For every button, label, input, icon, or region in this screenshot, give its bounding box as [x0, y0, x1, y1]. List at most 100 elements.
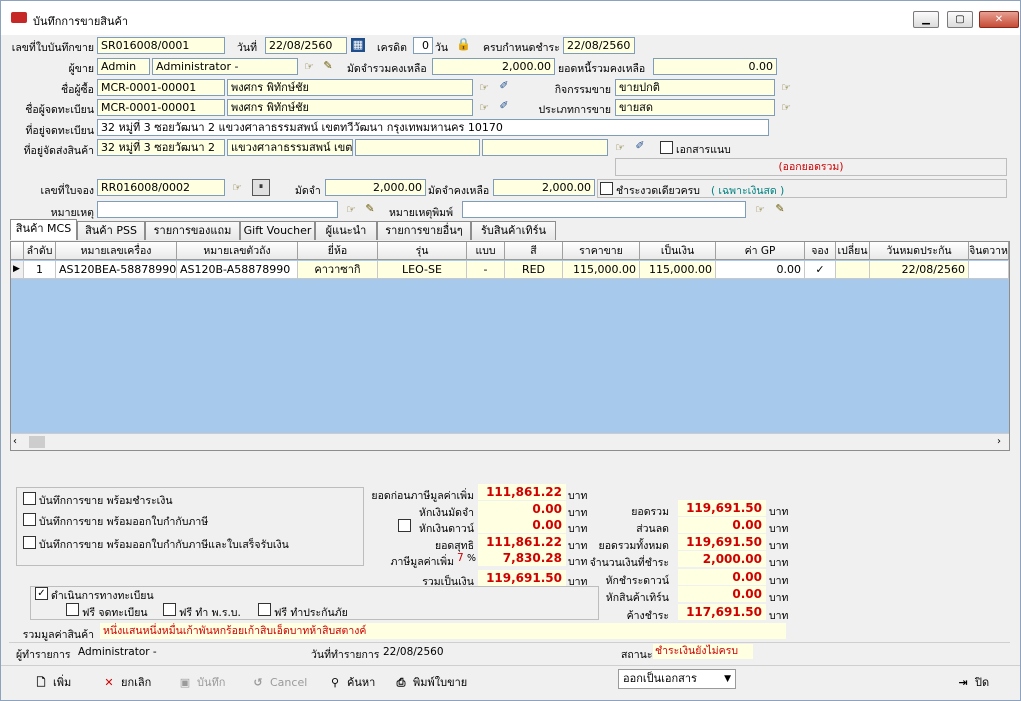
- col-header[interactable]: ราคาขาย: [563, 242, 640, 260]
- print-note-field[interactable]: [462, 201, 746, 218]
- credit-field[interactable]: 0: [413, 37, 433, 54]
- col-header[interactable]: หมายเลขเครื่อง: [56, 242, 177, 260]
- grid-cell[interactable]: 0.00: [716, 261, 805, 279]
- scroll-left-icon[interactable]: ‹: [13, 436, 17, 447]
- ship-addr1-field[interactable]: 32 หมู่ที่ 3 ซอยวัฒนา 2: [97, 139, 225, 156]
- scroll-thumb[interactable]: [29, 436, 45, 448]
- table-row[interactable]: ▶ 1 AS120BEA-58878990 AS120B-A58878990 ค…: [11, 261, 1009, 279]
- opt3-checkbox[interactable]: [23, 536, 36, 549]
- edit-doc-icon[interactable]: ✎: [773, 202, 787, 216]
- pencil-icon[interactable]: ✐: [497, 99, 511, 113]
- col-header[interactable]: วันหมดประกัน: [870, 242, 969, 260]
- grid-cell[interactable]: คาวาซากิ: [298, 261, 378, 279]
- col-header[interactable]: ยี่ห้อ: [298, 242, 378, 260]
- grid-cell[interactable]: 22/08/2560: [870, 261, 969, 279]
- edit-doc-icon[interactable]: ✎: [321, 59, 335, 73]
- registrant-name-field[interactable]: พงศกร พิทักษ์ชัย: [227, 99, 473, 116]
- activity-lookup-icon[interactable]: ☞: [779, 81, 793, 95]
- grid-cell[interactable]: AS120B-A58878990: [177, 261, 298, 279]
- grid-cell[interactable]: 115,000.00: [640, 261, 716, 279]
- tab-trade-in[interactable]: รับสินค้าเทิร์น: [471, 221, 556, 240]
- pencil-icon[interactable]: ✐: [497, 79, 511, 93]
- add-button[interactable]: 🗋 เพิ่ม: [33, 672, 72, 694]
- edit-doc-icon[interactable]: ✎: [363, 202, 377, 216]
- ship-addr4-field[interactable]: [482, 139, 608, 156]
- cancel-doc-button[interactable]: ✕ ยกเลิก: [101, 672, 151, 694]
- note-lookup-icon[interactable]: ☞: [344, 203, 358, 217]
- check-icon[interactable]: ✓: [805, 261, 836, 279]
- ship-addr2-field[interactable]: แขวงศาลาธรรมสพน์ เขตท: [227, 139, 353, 156]
- col-header[interactable]: ลำดับ: [24, 242, 56, 260]
- grid-cell[interactable]: RED: [505, 261, 563, 279]
- lock-icon[interactable]: 🔒: [456, 37, 471, 51]
- col-header[interactable]: สี: [505, 242, 563, 260]
- export-select[interactable]: ออกเป็นเอกสาร ▼: [618, 669, 736, 689]
- tab-other-sales[interactable]: รายการขายอื่นๆ: [377, 221, 471, 240]
- tab-pss[interactable]: สินค้า PSS: [77, 221, 145, 240]
- tab-mcs[interactable]: สินค้า MCS: [10, 219, 77, 240]
- save-button[interactable]: ▣ บันทึก: [177, 672, 226, 694]
- horizontal-scrollbar[interactable]: ‹ ›: [11, 433, 1009, 450]
- activity-field[interactable]: ขายปกติ: [615, 79, 775, 96]
- grid-cell[interactable]: LEO-SE: [378, 261, 467, 279]
- col-header[interactable]: จอง: [805, 242, 836, 260]
- pencil-icon[interactable]: ✐: [633, 139, 647, 153]
- tab-premium[interactable]: รายการของแถม: [145, 221, 240, 240]
- print-note-lookup-icon[interactable]: ☞: [753, 203, 767, 217]
- col-header[interactable]: แบบ: [467, 242, 505, 260]
- grid-cell[interactable]: AS120BEA-58878990: [56, 261, 177, 279]
- print-button[interactable]: ⎙ พิมพ์ใบขาย: [393, 672, 468, 694]
- registrant-code-field[interactable]: MCR-0001-00001: [97, 99, 225, 116]
- calendar-icon[interactable]: ▦: [351, 38, 365, 52]
- ship-addr3-field[interactable]: [355, 139, 480, 156]
- tab-referrer[interactable]: ผู้แนะนำ: [315, 221, 377, 240]
- booking-lookup-icon[interactable]: ☞: [230, 181, 244, 195]
- deduct-down-checkbox[interactable]: [398, 519, 411, 532]
- registrant-lookup-icon[interactable]: ☞: [477, 101, 491, 115]
- opt1-checkbox[interactable]: [23, 492, 36, 505]
- col-header[interactable]: รุ่น: [378, 242, 467, 260]
- onetime-checkbox[interactable]: [600, 182, 613, 195]
- grid-cell[interactable]: [969, 261, 1009, 279]
- buyer-code-field[interactable]: MCR-0001-00001: [97, 79, 225, 96]
- buyer-name-field[interactable]: พงศกร พิทักษ์ชัย: [227, 79, 473, 96]
- free-ins-checkbox[interactable]: [258, 603, 271, 616]
- close-button[interactable]: ⇥ ปิด: [955, 672, 989, 694]
- free-reg-checkbox[interactable]: [66, 603, 79, 616]
- col-header[interactable]: ค่า GP: [716, 242, 805, 260]
- lookup-icon[interactable]: ☞: [302, 60, 316, 74]
- ship-lookup-icon[interactable]: ☞: [613, 141, 627, 155]
- note-field[interactable]: [97, 201, 338, 218]
- due-field[interactable]: 22/08/2560: [563, 37, 635, 54]
- search-button[interactable]: ⚲ ค้นหา: [327, 672, 375, 694]
- grid-cell[interactable]: -: [467, 261, 505, 279]
- opt2-checkbox[interactable]: [23, 513, 36, 526]
- reg-addr-field[interactable]: 32 หมู่ที่ 3 ซอยวัฒนา 2 แขวงศาลาธรรมสพน์…: [97, 119, 769, 136]
- date-field[interactable]: 22/08/2560: [265, 37, 347, 54]
- grid-cell[interactable]: 115,000.00: [563, 261, 640, 279]
- seller-code-field[interactable]: Admin: [97, 58, 150, 75]
- doc-no-field[interactable]: SR016008/0001: [97, 37, 225, 54]
- registration-checkbox[interactable]: ✓: [35, 587, 48, 600]
- buyer-lookup-icon[interactable]: ☞: [477, 81, 491, 95]
- tab-gift-voucher[interactable]: Gift Voucher: [240, 221, 315, 240]
- seller-name-field[interactable]: Administrator -: [152, 58, 298, 75]
- col-header[interactable]: จินตวาห: [969, 242, 1009, 260]
- pre-vat-value: 111,861.22: [478, 484, 566, 500]
- cancel-button[interactable]: ↺ Cancel: [250, 672, 307, 694]
- col-header[interactable]: เปลี่ยน: [836, 242, 870, 260]
- col-header[interactable]: หมายเลขตัวถัง: [177, 242, 298, 260]
- grid-cell[interactable]: [836, 261, 870, 279]
- close-window-button[interactable]: ✕: [979, 11, 1019, 28]
- booking-field[interactable]: RR016008/0002: [97, 179, 225, 196]
- sale-type-field[interactable]: ขายสด: [615, 99, 775, 116]
- maximize-button[interactable]: ▢: [947, 11, 973, 28]
- minimize-button[interactable]: ▁: [913, 11, 939, 28]
- col-header[interactable]: เป็นเงิน: [640, 242, 716, 260]
- pause-icon[interactable]: ⏸: [252, 179, 270, 196]
- free-act-checkbox[interactable]: [163, 603, 176, 616]
- grid-cell[interactable]: 1: [24, 261, 56, 279]
- sale-type-lookup-icon[interactable]: ☞: [779, 101, 793, 115]
- scroll-right-icon[interactable]: ›: [997, 436, 1001, 447]
- attach-checkbox[interactable]: [660, 141, 673, 154]
